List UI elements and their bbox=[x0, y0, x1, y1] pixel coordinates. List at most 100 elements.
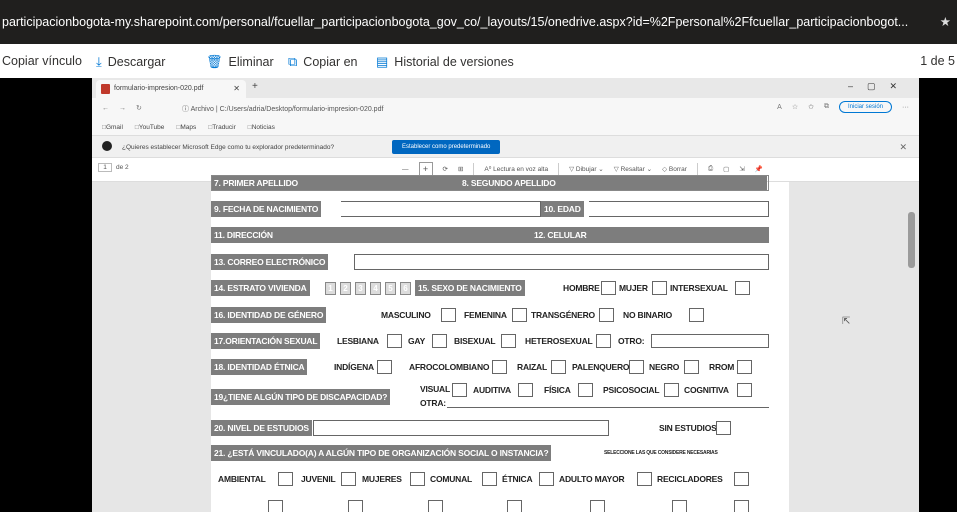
otro-field[interactable] bbox=[651, 334, 769, 348]
save-icon[interactable]: ▢ bbox=[723, 165, 729, 173]
intersexual-checkbox[interactable] bbox=[735, 281, 750, 295]
ambiental-checkbox[interactable] bbox=[278, 472, 293, 486]
palenquero-checkbox[interactable] bbox=[629, 360, 644, 374]
read-aloud-icon[interactable]: A bbox=[777, 104, 782, 111]
bookmark-maps[interactable]: Maps bbox=[176, 124, 196, 135]
adulto-mayor-checkbox[interactable] bbox=[637, 472, 652, 486]
favorite-icon[interactable]: ☆ bbox=[792, 103, 798, 111]
next-row-checkbox[interactable] bbox=[590, 500, 605, 512]
bookmark-youtube[interactable]: YouTube bbox=[135, 124, 165, 135]
afrocolombiano-checkbox[interactable] bbox=[492, 360, 507, 374]
pdf-page-area: 7. PRIMER APELLIDO 8. SEGUNDO APELLIDO 9… bbox=[92, 175, 919, 512]
otra-line[interactable] bbox=[447, 407, 769, 408]
estrato-5-checkbox[interactable]: 5 bbox=[385, 282, 396, 295]
birthdate-field[interactable] bbox=[341, 201, 541, 217]
rrom-checkbox[interactable] bbox=[737, 360, 752, 374]
etnica-org-checkbox[interactable] bbox=[539, 472, 554, 486]
email-field[interactable] bbox=[354, 254, 769, 270]
pdf-page-control[interactable]: 1 de 2 bbox=[98, 163, 129, 172]
version-history-button[interactable]: ▤ Historial de versiones bbox=[376, 54, 514, 70]
negro-checkbox[interactable] bbox=[684, 360, 699, 374]
estrato-1-checkbox[interactable]: 1 bbox=[325, 282, 336, 295]
raizal-checkbox[interactable] bbox=[551, 360, 566, 374]
new-tab-icon[interactable]: + bbox=[252, 81, 258, 92]
copy-link-button[interactable]: Copiar vínculo bbox=[2, 54, 82, 68]
copy-to-button[interactable]: ⧉ Copiar en bbox=[288, 54, 358, 70]
juvenil-checkbox[interactable] bbox=[341, 472, 356, 486]
url-text[interactable]: participacionbogota-my.sharepoint.com/pe… bbox=[2, 15, 908, 29]
collections-icon[interactable]: ⧉ bbox=[824, 103, 829, 111]
hombre-checkbox[interactable] bbox=[601, 281, 616, 295]
pdf-page-input[interactable]: 1 bbox=[98, 163, 112, 172]
field-16-label: 16. IDENTIDAD DE GÉNERO bbox=[211, 307, 327, 323]
next-row-checkbox[interactable] bbox=[734, 500, 749, 512]
heterosexual-checkbox[interactable] bbox=[596, 334, 611, 348]
femenina-checkbox[interactable] bbox=[512, 308, 527, 322]
favorites-icon[interactable]: ✩ bbox=[808, 103, 814, 111]
field-7-8-box[interactable] bbox=[211, 175, 769, 191]
highlight-button[interactable]: ▽ Resaltar ⌄ bbox=[614, 165, 652, 173]
pin-icon[interactable]: 📌 bbox=[755, 165, 763, 173]
fisica-checkbox[interactable] bbox=[578, 383, 593, 397]
visual-checkbox[interactable] bbox=[452, 383, 467, 397]
more-icon[interactable]: ··· bbox=[902, 104, 909, 111]
cognitiva-checkbox[interactable] bbox=[737, 383, 752, 397]
zoom-out-icon[interactable]: — bbox=[402, 166, 409, 173]
draw-button[interactable]: ▽ Dibujar ⌄ bbox=[569, 165, 604, 173]
fit-page-icon[interactable]: ⊞ bbox=[458, 165, 463, 173]
next-row-checkbox[interactable] bbox=[428, 500, 443, 512]
next-row-checkbox[interactable] bbox=[348, 500, 363, 512]
indigena-checkbox[interactable] bbox=[377, 360, 392, 374]
draw-label: Dibujar bbox=[575, 166, 597, 173]
star-icon[interactable]: ★ bbox=[940, 0, 951, 44]
url-bar[interactable]: participacionbogota-my.sharepoint.com/pe… bbox=[0, 0, 957, 44]
gay-checkbox[interactable] bbox=[432, 334, 447, 348]
close-infobar-icon[interactable]: ✕ bbox=[899, 142, 907, 153]
sign-in-button[interactable]: Iniciar sesión bbox=[838, 101, 892, 113]
download-label: Descargar bbox=[107, 55, 166, 69]
field-9-label: 9. FECHA DE NACIMIENTO bbox=[211, 201, 322, 217]
bisexual-checkbox[interactable] bbox=[501, 334, 516, 348]
edge-tab[interactable]: formulario-impresion-020.pdf ✕ bbox=[96, 80, 246, 98]
bookmark-traducir[interactable]: Traducir bbox=[208, 124, 236, 135]
visual-label: VISUAL bbox=[420, 384, 450, 394]
estrato-3-checkbox[interactable]: 3 bbox=[355, 282, 366, 295]
window-controls[interactable]: –▢✕ bbox=[848, 81, 911, 92]
recicladores-checkbox[interactable] bbox=[734, 472, 749, 486]
bookmark-noticias[interactable]: Noticias bbox=[248, 124, 275, 135]
sin-estudios-checkbox[interactable] bbox=[716, 421, 731, 435]
print-icon[interactable]: ⎙ bbox=[708, 165, 713, 173]
delete-button[interactable]: 🗑 Eliminar bbox=[206, 54, 274, 70]
next-row-checkbox[interactable] bbox=[672, 500, 687, 512]
next-row-checkbox[interactable] bbox=[507, 500, 522, 512]
fisica-label: FÍSICA bbox=[544, 385, 571, 395]
auditiva-checkbox[interactable] bbox=[518, 383, 533, 397]
education-field[interactable] bbox=[313, 420, 609, 436]
age-field[interactable] bbox=[589, 201, 769, 217]
rotate-icon[interactable]: ⟳ bbox=[443, 165, 448, 173]
lesbiana-checkbox[interactable] bbox=[387, 334, 402, 348]
nav-buttons[interactable]: ←→↻ bbox=[102, 104, 152, 112]
psicosocial-checkbox[interactable] bbox=[664, 383, 679, 397]
mujeres-checkbox[interactable] bbox=[410, 472, 425, 486]
erase-button[interactable]: ◇ Borrar bbox=[662, 165, 687, 173]
mujer-checkbox[interactable] bbox=[652, 281, 667, 295]
scrollbar-thumb[interactable] bbox=[908, 212, 915, 268]
estrato-6-checkbox[interactable]: 6 bbox=[400, 282, 411, 295]
close-tab-icon[interactable]: ✕ bbox=[233, 84, 240, 93]
read-aloud-button[interactable]: A⁰ Lectura en voz alta bbox=[484, 165, 548, 173]
masculino-checkbox[interactable] bbox=[441, 308, 456, 322]
save-as-icon[interactable]: ⇲ bbox=[739, 165, 744, 173]
estrato-2-checkbox[interactable]: 2 bbox=[340, 282, 351, 295]
no-binario-checkbox[interactable] bbox=[689, 308, 704, 322]
next-row-checkbox[interactable] bbox=[268, 500, 283, 512]
comunal-checkbox[interactable] bbox=[482, 472, 497, 486]
download-button[interactable]: ⤓ Descargar bbox=[96, 54, 165, 70]
zoom-in-icon[interactable]: + bbox=[418, 162, 433, 176]
transgenero-checkbox[interactable] bbox=[599, 308, 614, 322]
bookmark-gmail[interactable]: Gmail bbox=[102, 124, 123, 135]
set-default-button[interactable]: Establecer como predeterminado bbox=[392, 140, 501, 154]
history-icon: ▤ bbox=[376, 54, 389, 69]
address-text[interactable]: ⓘ Archivo | C:/Users/adria/Desktop/formu… bbox=[182, 104, 383, 114]
estrato-4-checkbox[interactable]: 4 bbox=[370, 282, 381, 295]
